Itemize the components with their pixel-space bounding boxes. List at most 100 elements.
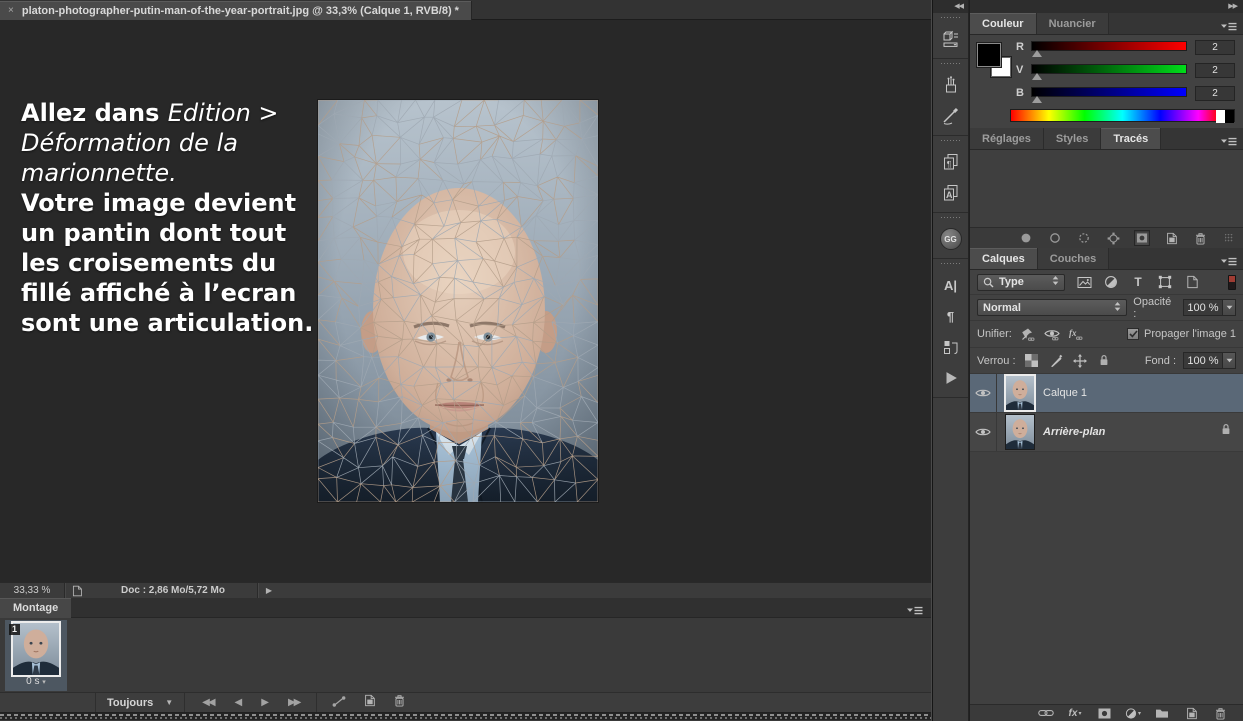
layer-visibility-eye-icon[interactable] [970,413,997,451]
new-frame-icon[interactable] [363,694,376,712]
panel-menu-icon[interactable] [1220,254,1237,272]
expand-dock-arrows-icon[interactable]: ◀◀ [933,0,968,13]
layer-row-calque-1[interactable]: Calque 1 [970,374,1243,413]
document-tab[interactable]: × platon-photographer-putin-man-of-the-y… [0,1,472,21]
unify-visibility-eye-icon[interactable] [1044,326,1060,342]
fill-path-icon[interactable] [1018,230,1034,246]
blue-slider[interactable] [1031,87,1187,97]
paragraph-styles-icon[interactable]: ¶ [940,151,962,173]
color-spectrum-ramp[interactable] [1010,109,1235,122]
delete-layer-trash-icon[interactable] [1212,705,1228,721]
foreground-color-swatch[interactable] [977,43,1001,67]
layer-thumbnail[interactable] [1006,415,1034,449]
opacity-value[interactable]: 100 % [1183,299,1223,316]
tab-nuancier[interactable]: Nuancier [1037,13,1109,34]
layer-name[interactable]: Calque 1 [1043,387,1087,399]
lock-pixels-brush-icon[interactable] [1048,353,1064,369]
collapse-dock-arrows-icon[interactable]: ▶▶ [970,0,1243,13]
lock-position-move-icon[interactable] [1072,353,1088,369]
blend-mode-dropdown[interactable]: Normal [977,299,1127,316]
filter-text-layers-icon[interactable]: T [1130,274,1146,290]
document-image[interactable] [318,100,598,502]
document-size-info[interactable]: Doc : 2,86 Mo/5,72 Mo [89,585,257,596]
canvas-area[interactable]: Allez dans Edition > Déformation de la m… [0,20,931,582]
loop-mode-dropdown[interactable]: Toujours ▼ [96,693,185,712]
blue-slider-thumb[interactable] [1032,96,1042,103]
clone-source-icon[interactable] [940,105,962,127]
filter-smart-objects-icon[interactable] [1184,274,1200,290]
layer-thumbnail[interactable] [1006,376,1034,410]
lock-all-icon[interactable] [1096,353,1112,369]
actions-play-icon[interactable] [940,367,962,389]
red-value-field[interactable]: 2 [1195,40,1235,55]
layer-visibility-eye-icon[interactable] [970,374,997,412]
tab-calques[interactable]: Calques [970,248,1038,269]
status-options-arrow-icon[interactable]: ▶ [258,586,280,595]
panel-resize-grip[interactable] [1225,234,1233,242]
filter-pixel-layers-icon[interactable] [1076,274,1092,290]
filter-type-dropdown[interactable]: Type [977,274,1065,291]
first-frame-button[interactable]: ◀◀ [202,697,213,708]
tween-frames-icon[interactable] [332,694,346,712]
panel-menu-icon[interactable] [1220,134,1237,152]
link-layers-icon[interactable] [1038,705,1054,721]
new-adjustment-layer-icon[interactable]: ▾ [1125,705,1141,721]
tab-styles[interactable]: Styles [1044,128,1101,149]
layer-style-fx-icon[interactable]: fx▾ [1067,705,1083,721]
gg-extension-icon[interactable]: GG [940,228,962,250]
black-swatch[interactable] [1225,110,1234,123]
green-slider[interactable] [1031,64,1187,74]
frame-delay-selector[interactable]: 0 s ▾ [5,676,67,687]
unify-position-pin-icon[interactable] [1020,326,1036,342]
red-slider-thumb[interactable] [1032,50,1042,57]
previous-frame-button[interactable]: ◀ [235,697,241,708]
layer-name[interactable]: Arrière-plan [1043,426,1105,438]
white-swatch[interactable] [1216,110,1225,123]
save-status-icon[interactable] [65,585,89,597]
tab-reglages[interactable]: Réglages [970,128,1044,149]
tab-montage[interactable]: Montage [0,598,71,618]
stroke-path-icon[interactable] [1047,230,1063,246]
background-lock-icon[interactable] [1221,423,1231,441]
filter-shape-layers-icon[interactable] [1157,274,1173,290]
tab-couches[interactable]: Couches [1038,248,1109,269]
green-slider-thumb[interactable] [1032,73,1042,80]
tool-presets-icon[interactable] [940,28,962,50]
fill-value[interactable]: 100 % [1183,352,1223,369]
new-layer-icon[interactable] [1183,705,1199,721]
new-path-icon[interactable] [1163,230,1179,246]
green-value-field[interactable]: 2 [1195,63,1235,78]
selection-as-path-icon[interactable] [1105,230,1121,246]
delete-frame-trash-icon[interactable] [393,694,406,712]
new-group-folder-icon[interactable] [1154,705,1170,721]
chevron-down-icon[interactable] [1223,352,1236,369]
paths-list-empty[interactable] [970,150,1243,228]
paragraph-panel-icon[interactable]: ¶ [940,305,962,327]
animation-frame-1[interactable]: 1 0 s ▾ [5,620,67,691]
filter-adjustment-layers-icon[interactable] [1103,274,1119,290]
red-slider[interactable] [1031,41,1187,51]
fill-control[interactable]: 100 % [1183,352,1236,369]
next-frame-button[interactable]: ▶▶ [288,697,299,708]
unify-style-fx-icon[interactable]: fx [1068,326,1084,342]
character-styles-icon[interactable]: A [940,182,962,204]
filtering-toggle-switch[interactable] [1228,275,1236,290]
close-icon[interactable]: × [8,1,14,21]
delete-path-trash-icon[interactable] [1192,230,1208,246]
lock-transparency-icon[interactable] [1024,353,1040,369]
timeline-scrollbar[interactable] [0,713,931,720]
zoom-level-field[interactable]: 33,33 % [0,585,64,596]
tab-couleur[interactable]: Couleur [970,13,1037,34]
layer-row-arriere-plan[interactable]: Arrière-plan [970,413,1243,452]
brush-presets-icon[interactable] [940,74,962,96]
character-panel-icon[interactable]: A| [940,274,962,296]
path-as-selection-icon[interactable] [1076,230,1092,246]
chevron-down-icon[interactable] [1223,299,1236,316]
propagate-frame-checkbox[interactable] [1127,328,1139,340]
add-mask-icon[interactable] [1134,230,1150,246]
blue-value-field[interactable]: 2 [1195,86,1235,101]
play-button[interactable]: ▶ [261,697,267,708]
opacity-control[interactable]: 100 % [1183,299,1236,316]
layer-comps-icon[interactable] [940,336,962,358]
add-layer-mask-icon[interactable] [1096,705,1112,721]
